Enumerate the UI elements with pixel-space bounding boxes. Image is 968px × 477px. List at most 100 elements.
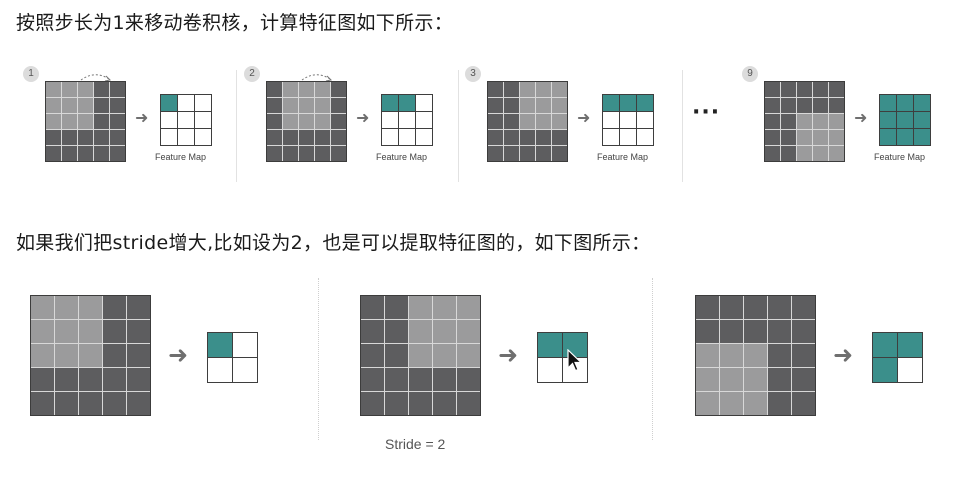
feature-cell-filled <box>897 95 913 111</box>
input-cell <box>488 82 503 97</box>
kernel-cell <box>31 320 54 343</box>
kernel-cell <box>78 82 93 97</box>
input-cell <box>127 320 150 343</box>
feature-cell <box>637 129 653 145</box>
panel-divider <box>652 278 653 440</box>
input-cell <box>361 296 384 319</box>
feature-cell <box>382 129 398 145</box>
feature-cell <box>620 112 636 128</box>
kernel-cell <box>283 98 298 113</box>
input-cell <box>433 368 456 391</box>
kernel-cell <box>55 296 78 319</box>
input-cell <box>385 320 408 343</box>
kernel-cell <box>78 98 93 113</box>
input-cell <box>504 130 519 145</box>
input-cell <box>331 114 346 129</box>
input-cell <box>696 296 719 319</box>
feature-cell-filled <box>637 95 653 111</box>
input-cell <box>792 344 815 367</box>
kernel-cell <box>79 344 102 367</box>
arrow-right-icon: ➜ <box>577 108 591 127</box>
feature-cell <box>195 95 211 111</box>
kernel-cell <box>46 98 61 113</box>
step-number: 1 <box>23 66 39 82</box>
kernel-cell <box>46 82 61 97</box>
input-cell <box>361 368 384 391</box>
input-cell <box>457 392 480 415</box>
input-cell <box>765 82 780 97</box>
input-cell <box>457 368 480 391</box>
kernel-cell <box>55 344 78 367</box>
panel-divider <box>318 278 319 440</box>
input-cell <box>267 146 282 161</box>
input-cell <box>797 82 812 97</box>
input-cell <box>361 344 384 367</box>
input-cell <box>720 296 743 319</box>
input-grid <box>764 81 845 162</box>
input-cell <box>331 82 346 97</box>
input-cell <box>792 392 815 415</box>
panel-divider <box>458 70 459 182</box>
feature-cell <box>178 112 194 128</box>
kernel-cell <box>433 296 456 319</box>
feature-cell <box>538 358 562 382</box>
feature-map-label: Feature Map <box>597 152 649 162</box>
kernel-cell <box>536 114 551 129</box>
input-grid <box>695 295 816 416</box>
input-grid <box>360 295 481 416</box>
kernel-cell <box>813 146 828 161</box>
input-cell <box>409 368 432 391</box>
kernel-cell <box>31 344 54 367</box>
kernel-cell <box>433 344 456 367</box>
arrow-right-icon: ➜ <box>135 108 149 127</box>
arrow-right-icon: ➜ <box>498 341 519 369</box>
input-cell <box>110 114 125 129</box>
feature-cell-filled <box>873 358 897 382</box>
input-cell <box>385 368 408 391</box>
feature-cell-filled <box>208 333 232 357</box>
input-grid <box>30 295 151 416</box>
feature-cell-filled <box>914 129 930 145</box>
input-cell <box>781 146 796 161</box>
kernel-cell <box>696 368 719 391</box>
arrow-right-icon: ➜ <box>356 108 370 127</box>
input-cell <box>385 296 408 319</box>
feature-map-label: Feature Map <box>155 152 207 162</box>
kernel-cell <box>720 344 743 367</box>
input-cell <box>94 130 109 145</box>
input-cell <box>504 114 519 129</box>
input-cell <box>433 392 456 415</box>
kernel-cell <box>696 344 719 367</box>
input-cell <box>127 296 150 319</box>
input-cell <box>79 392 102 415</box>
feature-cell <box>898 358 922 382</box>
feature-cell <box>416 129 432 145</box>
input-cell <box>488 98 503 113</box>
input-cell <box>768 368 791 391</box>
input-cell <box>267 98 282 113</box>
step-number: 2 <box>244 66 260 82</box>
kernel-cell <box>62 114 77 129</box>
kernel-cell <box>315 114 330 129</box>
arrow-right-icon: ➜ <box>168 341 189 369</box>
input-cell <box>552 146 567 161</box>
feature-cell <box>233 333 257 357</box>
input-cell <box>331 130 346 145</box>
input-cell <box>765 114 780 129</box>
kernel-cell <box>520 114 535 129</box>
feature-cell <box>195 112 211 128</box>
kernel-cell <box>283 114 298 129</box>
input-cell <box>62 146 77 161</box>
kernel-cell <box>744 392 767 415</box>
input-cell <box>315 130 330 145</box>
input-cell <box>792 320 815 343</box>
kernel-cell <box>720 392 743 415</box>
stride-label: Stride = 2 <box>385 436 446 452</box>
feature-cell <box>620 129 636 145</box>
feature-cell-filled <box>161 95 177 111</box>
input-cell <box>46 130 61 145</box>
input-cell <box>765 146 780 161</box>
kernel-cell <box>813 114 828 129</box>
input-cell <box>829 98 844 113</box>
input-cell <box>46 146 61 161</box>
